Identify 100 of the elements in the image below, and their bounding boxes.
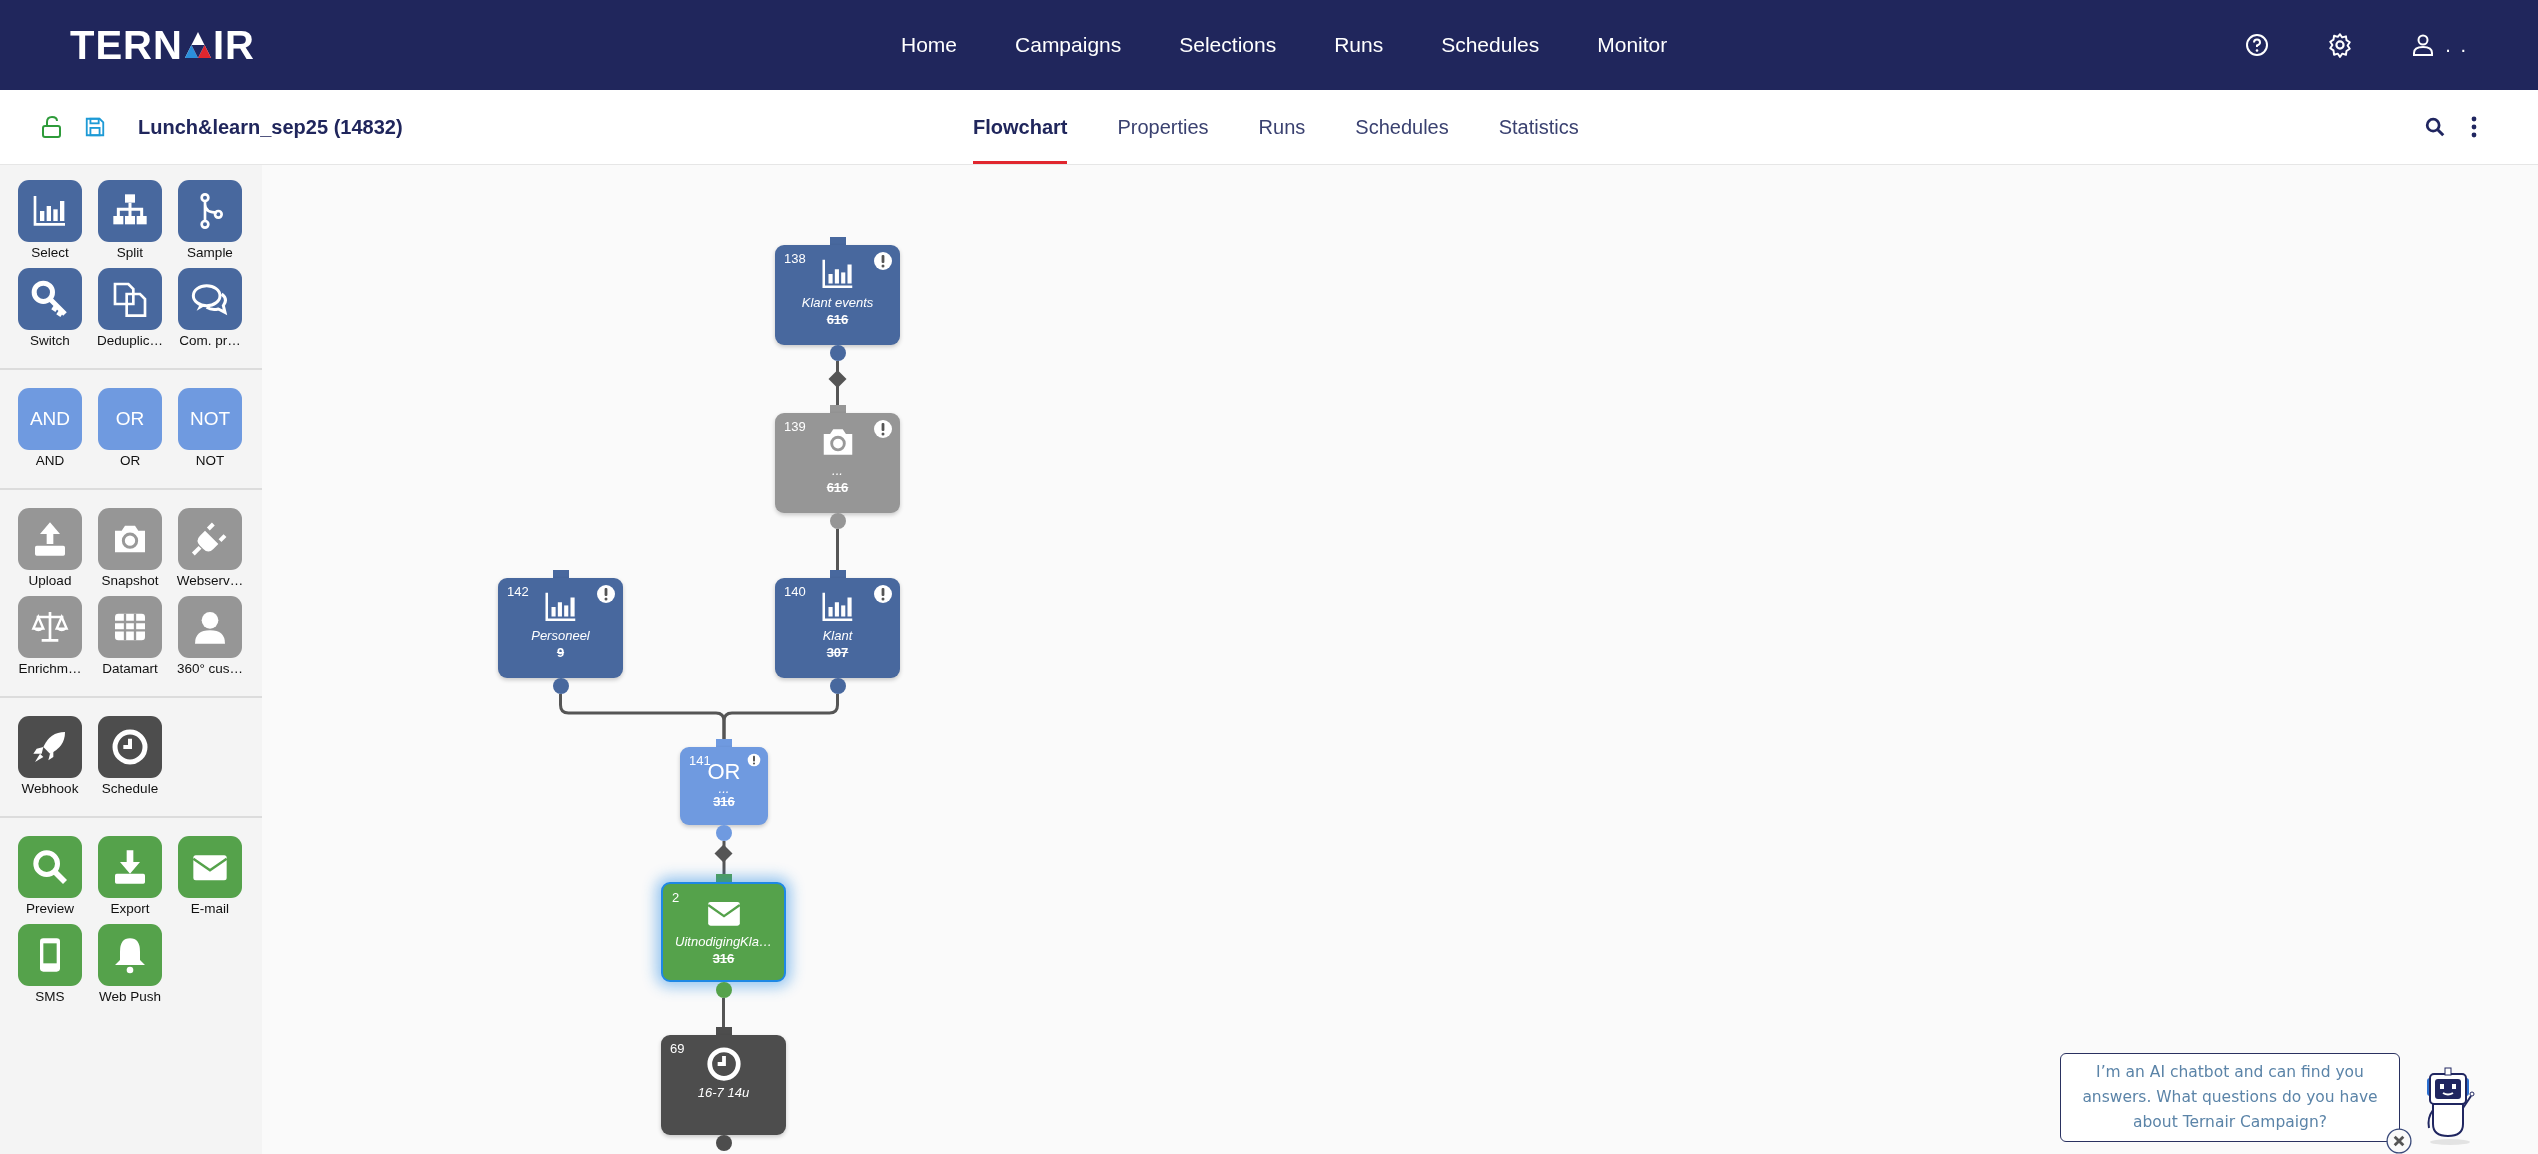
tool-label: Snapshot	[101, 573, 159, 588]
node-number: 140	[784, 584, 806, 599]
nav-link[interactable]: Campaigns	[1015, 33, 1122, 57]
node-name: UitnodigingKla…	[675, 934, 772, 949]
tool-tile[interactable]	[98, 924, 162, 986]
diamond-marker	[828, 370, 847, 388]
save-icon[interactable]	[84, 116, 106, 138]
tool-label: Upload	[28, 573, 72, 588]
tool-label: Web Push	[98, 989, 161, 1004]
logo-triangle-icon	[183, 30, 212, 60]
magnifier-icon	[30, 847, 70, 887]
tool-tile[interactable]	[178, 596, 242, 658]
tab[interactable]: Schedules	[1355, 90, 1449, 164]
nav-link[interactable]: Schedules	[1441, 33, 1540, 57]
tool-label: Select	[31, 245, 69, 260]
tab[interactable]: Statistics	[1498, 90, 1579, 164]
connector-line	[836, 361, 839, 405]
more-options-icon[interactable]	[2470, 114, 2478, 140]
connector-line	[836, 529, 839, 570]
tool-tile[interactable]	[98, 180, 162, 242]
tool-label: NOT	[195, 453, 225, 468]
node-name: ...	[832, 463, 843, 478]
flow-node[interactable]: 142 Personeel 9	[498, 578, 623, 678]
flow-node[interactable]: 140 Klant 307	[775, 578, 900, 678]
clock-icon	[110, 727, 150, 767]
node-count: 616	[826, 312, 849, 327]
nav-link[interactable]: Monitor	[1597, 33, 1668, 57]
tool-label: Datamart	[102, 661, 158, 676]
node-number: 142	[507, 584, 529, 599]
tool-tile[interactable]	[18, 924, 82, 986]
node-number: 69	[670, 1041, 685, 1056]
chatbot-message: I’m an AI chatbot and can find you answers. What questions do you have about Ternair Campaign?	[2060, 1053, 2400, 1142]
output-port[interactable]	[829, 678, 846, 694]
tool-tile[interactable]	[98, 508, 162, 570]
connector-line	[722, 998, 725, 1027]
tool-label: Sample	[187, 245, 233, 260]
node-count: 9	[556, 645, 565, 660]
tool-label: SMS	[35, 989, 65, 1004]
node-operator: OR	[707, 761, 741, 783]
tool-tile[interactable]	[98, 268, 162, 330]
node-count: 616	[826, 480, 849, 495]
tool-tile[interactable]	[98, 716, 162, 778]
node-count: 316	[713, 795, 735, 809]
tab[interactable]: Properties	[1117, 90, 1209, 164]
tool-label: OR	[119, 453, 141, 468]
tool-label: Split	[116, 245, 144, 260]
node-number: 2	[672, 890, 680, 905]
tool-tile[interactable]	[98, 596, 162, 658]
node-count: 307	[826, 645, 849, 660]
node-name: 16-7 14u	[697, 1085, 750, 1100]
settings-icon[interactable]	[2327, 32, 2354, 58]
nav-link[interactable]: Selections	[1179, 33, 1277, 57]
tool-tile[interactable]	[18, 508, 82, 570]
output-port[interactable]	[552, 678, 569, 694]
nav-link[interactable]: Runs	[1334, 33, 1384, 57]
diamond-marker	[714, 844, 733, 863]
node-name: ...	[718, 783, 730, 795]
help-icon[interactable]	[2245, 33, 2270, 57]
tool-label: Com. pr…	[179, 333, 241, 348]
node-name: Personeel	[531, 628, 590, 643]
close-icon[interactable]	[2386, 1128, 2412, 1154]
campaign-title: Lunch&learn_sep25 (14832)	[138, 115, 403, 139]
tool-tile[interactable]	[178, 508, 242, 570]
tool-tile[interactable]	[178, 836, 242, 898]
user-icon	[2411, 33, 2436, 57]
tool-tile[interactable]	[98, 836, 162, 898]
tool-tile[interactable]	[18, 180, 82, 242]
tool-label: Webhook	[21, 781, 79, 796]
tool-tile[interactable]	[18, 596, 82, 658]
node-name: Klant	[822, 628, 853, 643]
clock-icon	[704, 1045, 743, 1083]
tool-label: AND	[35, 453, 65, 468]
output-port[interactable]	[715, 1135, 732, 1151]
tool-tile[interactable]	[178, 180, 242, 242]
tab[interactable]: Runs	[1258, 90, 1306, 164]
tool-label: E-mail	[190, 901, 230, 916]
tool-tile[interactable]	[18, 716, 82, 778]
tool-tile[interactable]	[18, 268, 82, 330]
nav-link[interactable]: Home	[901, 33, 958, 57]
tool-label: Schedule	[101, 781, 159, 796]
search-icon[interactable]	[2424, 116, 2446, 138]
tool-label: Deduplic…	[97, 333, 163, 348]
flow-node[interactable]: 69 16-7 14u	[661, 1035, 786, 1135]
tool-label: Preview	[26, 901, 74, 916]
output-port[interactable]	[829, 345, 846, 361]
logo-text: TERN	[70, 28, 183, 62]
flow-node[interactable]: 138 Klant events 616	[775, 245, 900, 345]
tool-tile[interactable]	[18, 836, 82, 898]
tool-label: Export	[110, 901, 150, 916]
user-menu[interactable]: . .	[2411, 33, 2468, 57]
tool-label: Webserv…	[176, 573, 244, 588]
node-number: 138	[784, 251, 806, 266]
tool-label: 360° cus…	[176, 661, 244, 676]
tool-label: Enrichm…	[18, 661, 82, 676]
node-count: 316	[712, 951, 735, 966]
tool-tile[interactable]	[178, 268, 242, 330]
node-number: 139	[784, 419, 806, 434]
unlock-icon[interactable]	[40, 115, 64, 139]
logo-text: IR	[212, 28, 255, 62]
user-name: . .	[2445, 33, 2468, 57]
